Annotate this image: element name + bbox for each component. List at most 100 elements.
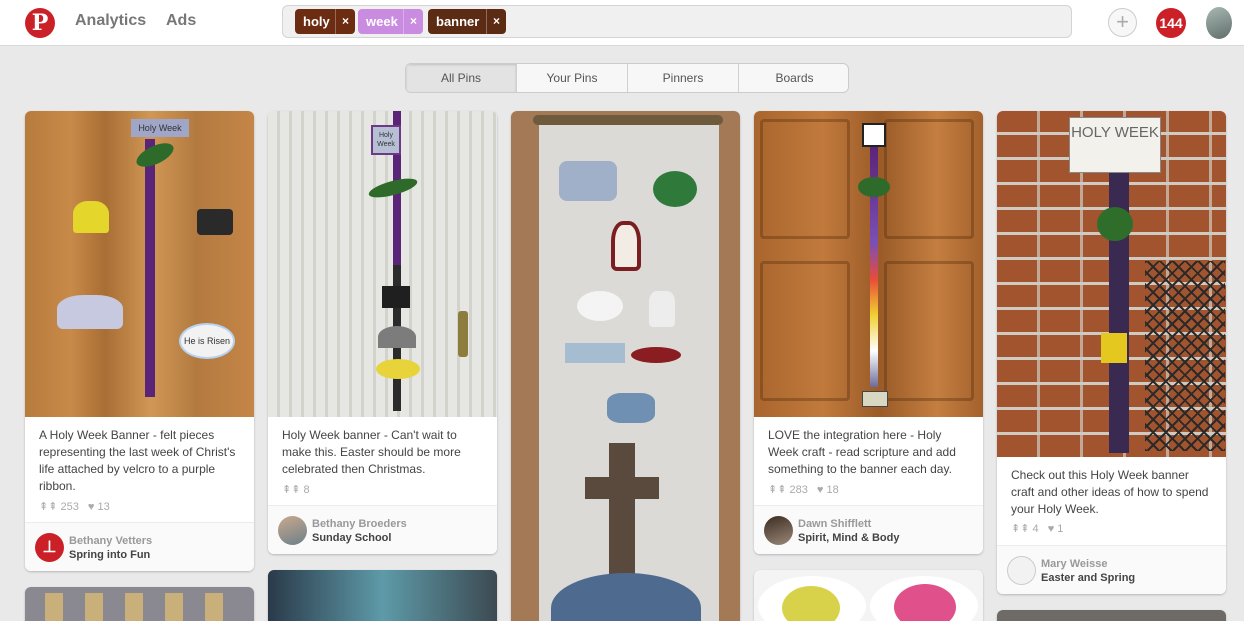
pinner-name[interactable]: Bethany Broeders [312, 518, 407, 530]
repin-count: 8 [303, 484, 310, 496]
pin-image[interactable] [754, 111, 983, 417]
door-handle [458, 311, 468, 357]
pin-stats: ⇞⇞ 283 ♥ 18 [768, 483, 839, 496]
cup-piece [73, 201, 109, 233]
palm-leaf [1097, 207, 1133, 241]
top-bar: P Analytics Ads holy × week × banner × +… [0, 0, 1244, 46]
banner-rod [533, 115, 723, 125]
tab-all-pins[interactable]: All Pins [406, 64, 517, 92]
remove-tag-week[interactable]: × [403, 9, 423, 34]
search-bar[interactable]: holy × week × banner × [282, 5, 1072, 38]
purple-ribbon [145, 139, 155, 397]
pin-image[interactable] [45, 593, 235, 621]
pin-card[interactable] [997, 610, 1226, 621]
pin-description: Check out this Holy Week banner craft an… [1011, 468, 1209, 516]
pin-stats: ⇞⇞ 253 ♥ 13 [39, 500, 110, 513]
search-tag-week: week × [358, 9, 423, 34]
pinner-name[interactable]: Mary Weisse [1041, 558, 1107, 570]
pin-card[interactable]: Holy Week He is Risen A Holy Week Banner… [25, 111, 254, 571]
pushpin-icon: ⊥ [35, 533, 64, 562]
avatar [764, 516, 793, 545]
sign-text: Holy Week [138, 123, 182, 133]
add-pin-button[interactable]: + [1108, 8, 1137, 37]
holy-week-sign: Holy Week [131, 119, 189, 137]
pin-image[interactable]: HOLY WEEK [997, 111, 1226, 457]
tomb-piece [57, 295, 123, 329]
avatar [1007, 556, 1036, 585]
remove-tag-holy[interactable]: × [335, 9, 355, 34]
tab-your-pins[interactable]: Your Pins [517, 64, 628, 92]
user-avatar[interactable] [1206, 7, 1232, 39]
holy-week-sign: Holy Week [371, 125, 401, 155]
heart-icon: ♥ [816, 484, 827, 496]
pinterest-logo[interactable]: P [25, 8, 55, 38]
remove-tag-banner[interactable]: × [486, 9, 506, 34]
door-panel [884, 261, 974, 401]
bowl-piece [607, 393, 655, 423]
fireplace-screen [1145, 261, 1225, 451]
nav-analytics[interactable]: Analytics [75, 12, 146, 30]
pin-stats: ⇞⇞ 8 [282, 483, 310, 496]
pin-card[interactable] [25, 587, 254, 621]
cross-piece [382, 286, 410, 308]
pinner-name[interactable]: Bethany Vetters [69, 535, 152, 547]
board-name[interactable]: Sunday School [312, 532, 391, 544]
door-panel [760, 119, 850, 239]
cup-piece [1101, 333, 1127, 363]
cross-horizontal [585, 477, 659, 499]
pin-image[interactable]: Holy Week He is Risen [25, 111, 254, 417]
he-is-risen-cloud: He is Risen [179, 323, 235, 359]
pin-stats: ⇞⇞ 4 ♥ 1 [1011, 522, 1063, 535]
pin-image[interactable]: Holy Week [268, 111, 497, 417]
pin-attribution[interactable]: Dawn Shifflett Spirit, Mind & Body [754, 505, 983, 554]
bread-piece [611, 221, 641, 271]
donkey-piece [559, 161, 617, 201]
cloud-text: He is Risen [183, 336, 230, 346]
board-name[interactable]: Easter and Spring [1041, 572, 1135, 584]
nav-ads[interactable]: Ads [166, 12, 196, 30]
pin-description: A Holy Week Banner - felt pieces represe… [39, 428, 236, 493]
repin-count: 283 [789, 484, 808, 496]
palm-leaf [653, 171, 697, 207]
pin-card[interactable] [268, 570, 497, 621]
tab-boards[interactable]: Boards [739, 64, 848, 92]
pinner-name[interactable]: Dawn Shifflett [798, 518, 871, 530]
avatar [278, 516, 307, 545]
pin-card[interactable]: Holy Week Holy Week banner - Can't wait … [268, 111, 497, 554]
pin-attribution[interactable]: Mary Weisse Easter and Spring [997, 545, 1226, 594]
lips-piece [631, 347, 681, 363]
pin-image[interactable] [997, 610, 1226, 621]
heart-icon: ♥ [87, 501, 98, 513]
sign-text: Holy Week [377, 132, 395, 148]
like-count: 13 [97, 501, 110, 513]
notifications-badge[interactable]: 144 [1156, 8, 1186, 38]
cup-piece [649, 291, 675, 327]
tag-label: banner [436, 14, 480, 29]
pin-image[interactable] [268, 570, 497, 621]
pin-card[interactable]: LOVE the integration here - Holy Week cr… [754, 111, 983, 554]
pin-card[interactable] [511, 111, 740, 621]
door-panel [884, 119, 974, 239]
purple-ribbon [393, 155, 401, 265]
sign-text: HOLY WEEK [1071, 124, 1159, 141]
holy-week-sign [862, 123, 886, 147]
pin-card[interactable] [754, 570, 983, 621]
heart-icon: ♥ [1047, 523, 1058, 535]
tab-pinners[interactable]: Pinners [628, 64, 739, 92]
pin-description: LOVE the integration here - Holy Week cr… [768, 428, 956, 476]
filter-tabs: All Pins Your Pins Pinners Boards [405, 63, 849, 93]
repin-count: 4 [1032, 523, 1039, 535]
pin-attribution[interactable]: Bethany Broeders Sunday School [268, 505, 497, 554]
tomb-piece [378, 326, 416, 348]
board-name[interactable]: Spirit, Mind & Body [798, 532, 899, 544]
search-tag-banner: banner × [428, 9, 506, 34]
tag-label: week [366, 14, 398, 29]
pin-attribution[interactable]: ⊥ Bethany Vetters Spring into Fun [25, 522, 254, 571]
board-name[interactable]: Spring into Fun [69, 549, 150, 561]
basin-piece [577, 291, 623, 321]
palm-leaf [133, 138, 177, 172]
cross-vertical [609, 443, 635, 583]
pin-card[interactable]: HOLY WEEK Check out this Holy Week banne… [997, 111, 1226, 594]
search-tag-holy: holy × [295, 9, 355, 34]
pin-image[interactable] [511, 111, 740, 621]
